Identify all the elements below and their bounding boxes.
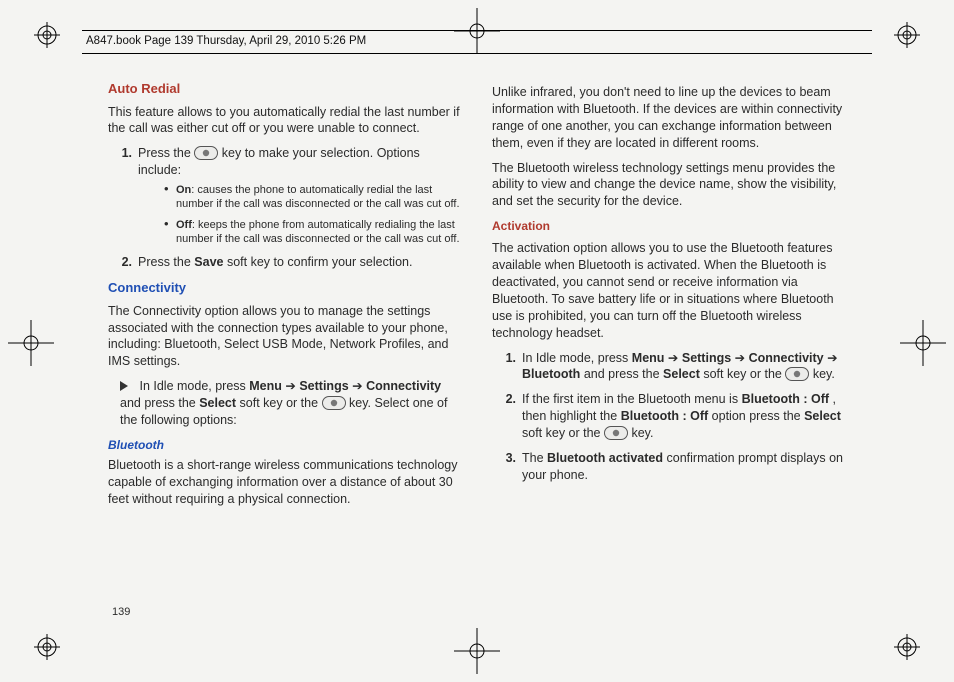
activation-steps: 1. In Idle mode, press Menu ➔ Settings ➔…: [492, 350, 846, 484]
ok-key-icon: [785, 367, 809, 381]
heading-connectivity: Connectivity: [108, 279, 462, 297]
list-item: Off: keeps the phone from automatically …: [176, 218, 462, 247]
list-item: 1. In Idle mode, press Menu ➔ Settings ➔…: [522, 350, 846, 384]
list-item: 2. If the first item in the Bluetooth me…: [522, 391, 846, 442]
ok-key-icon: [604, 426, 628, 440]
header-text: A847.book Page 139 Thursday, April 29, 2…: [82, 34, 366, 50]
heading-bluetooth: Bluetooth: [108, 437, 462, 453]
bluetooth-p3: The Bluetooth wireless technology settin…: [492, 160, 846, 211]
page-canvas: A847.book Page 139 Thursday, April 29, 2…: [0, 0, 954, 682]
crop-mark-icon: [900, 320, 946, 366]
bluetooth-p2: Unlike infrared, you don't need to line …: [492, 84, 846, 152]
list-item: 2. Press the Save soft key to confirm yo…: [138, 254, 462, 271]
activation-intro: The activation option allows you to use …: [492, 240, 846, 341]
crop-mark-icon: [454, 628, 500, 674]
registration-mark-icon: [34, 22, 60, 48]
bluetooth-p1: Bluetooth is a short-range wireless comm…: [108, 457, 462, 508]
list-item: 3. The Bluetooth activated confirmation …: [522, 450, 846, 484]
ok-key-icon: [194, 146, 218, 160]
connectivity-idle-instr: In Idle mode, press Menu ➔ Settings ➔ Co…: [120, 378, 462, 429]
crop-mark-icon: [8, 320, 54, 366]
auto-redial-options: On: causes the phone to automatically re…: [138, 183, 462, 246]
list-item: On: causes the phone to automatically re…: [176, 183, 462, 212]
triangle-bullet-icon: [120, 381, 128, 391]
registration-mark-icon: [34, 634, 60, 660]
list-item: 1. Press the key to make your selection.…: [138, 145, 462, 246]
auto-redial-steps: 1. Press the key to make your selection.…: [108, 145, 462, 271]
ok-key-icon: [322, 396, 346, 410]
auto-redial-intro: This feature allows to you automatically…: [108, 104, 462, 138]
heading-activation: Activation: [492, 218, 846, 234]
page-header: A847.book Page 139 Thursday, April 29, 2…: [82, 30, 872, 54]
registration-mark-icon: [894, 634, 920, 660]
connectivity-intro: The Connectivity option allows you to ma…: [108, 303, 462, 371]
page-number: 139: [112, 605, 130, 620]
registration-mark-icon: [894, 22, 920, 48]
column-left: Auto Redial This feature allows to you a…: [108, 80, 462, 612]
heading-auto-redial: Auto Redial: [108, 80, 462, 98]
column-right: Unlike infrared, you don't need to line …: [492, 80, 846, 612]
page-body: Auto Redial This feature allows to you a…: [108, 80, 846, 612]
